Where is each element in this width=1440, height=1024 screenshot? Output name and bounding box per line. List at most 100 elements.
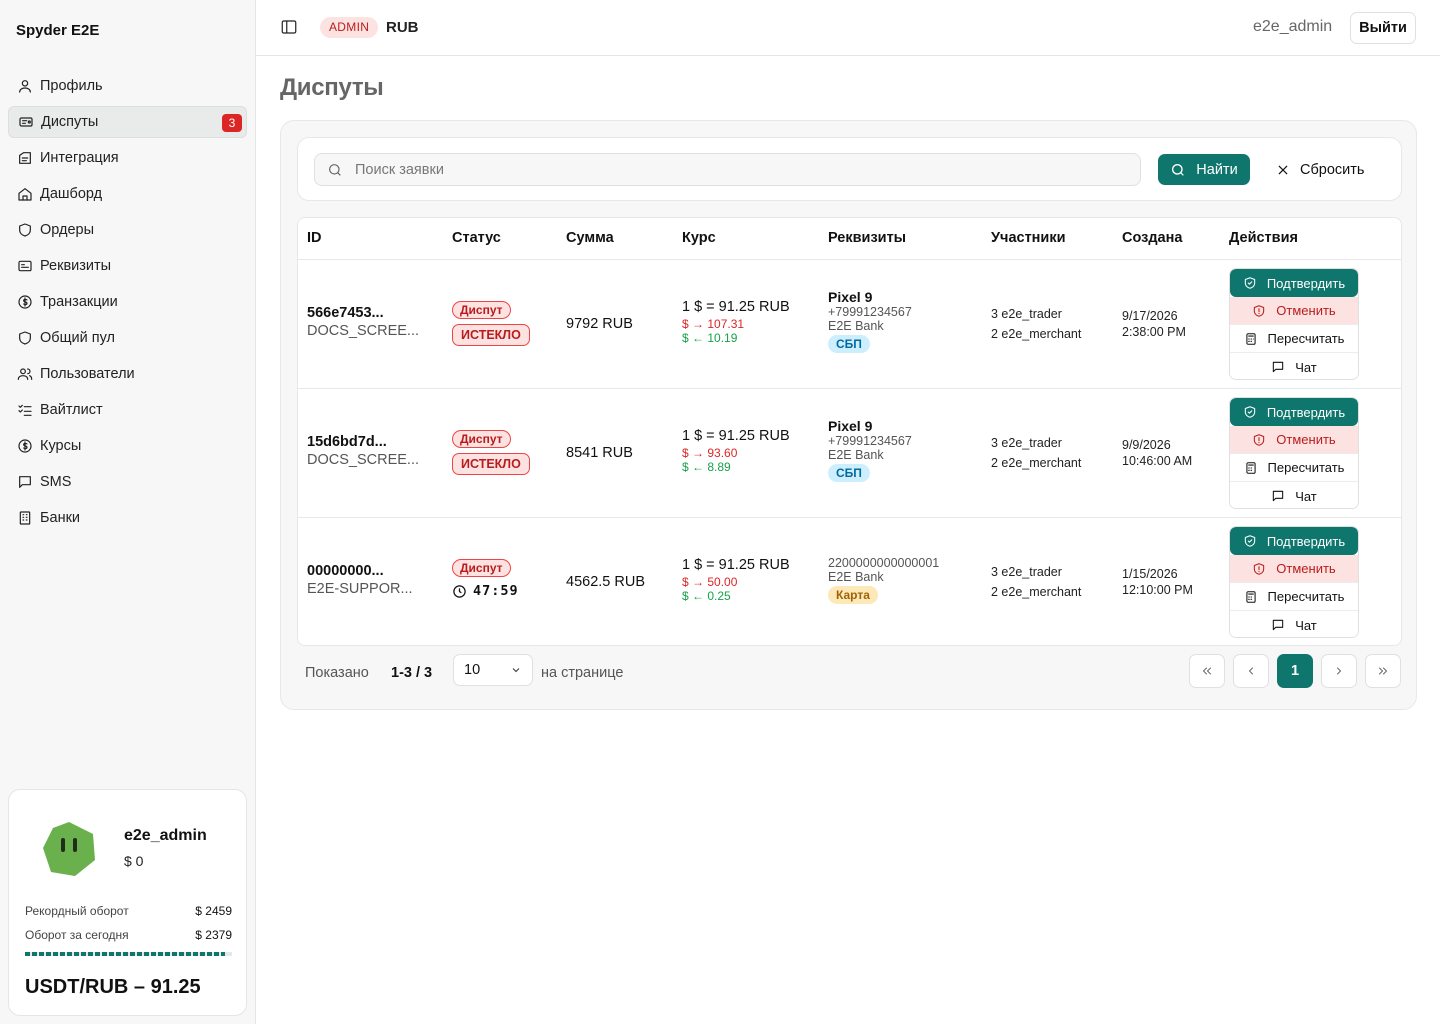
chat-button[interactable]: Чат bbox=[1230, 353, 1358, 379]
row-actions: Подтвердить Отменить Пересчитать Чат bbox=[1229, 526, 1359, 638]
row-requisites-cell: Pixel 9 +79991234567 E2E Bank СБП bbox=[828, 289, 912, 353]
recalculate-label: Пересчитать bbox=[1267, 331, 1345, 346]
confirm-button[interactable]: Подтвердить bbox=[1230, 527, 1358, 555]
chat-label: Чат bbox=[1295, 617, 1317, 633]
shown-label: Показано bbox=[305, 665, 369, 681]
rate-value: 1 $ = 91.25 RUB bbox=[682, 557, 790, 573]
created-time: 12:10:00 PM bbox=[1122, 583, 1193, 597]
requisite-name: Pixel 9 bbox=[828, 289, 873, 305]
today-turnover-label: Оборот за сегодня bbox=[25, 928, 129, 942]
sidebar-item-transactions[interactable]: Транзакции bbox=[8, 286, 247, 318]
pagination: Показано 1-3 / 3 10 на странице 1 bbox=[297, 654, 1402, 694]
sidebar-item-orders[interactable]: Ордеры bbox=[8, 214, 247, 246]
created-date: 9/9/2026 bbox=[1122, 438, 1171, 452]
row-requisites-cell: Pixel 9 +79991234567 E2E Bank СБП bbox=[828, 418, 912, 482]
row-amount: 8541 RUB bbox=[566, 445, 633, 461]
dispute-id[interactable]: 566e7453... bbox=[307, 305, 419, 321]
row-id-cell: 15d6bd7d... DOCS_SCREE... bbox=[307, 434, 419, 468]
per-page-select[interactable]: 10 bbox=[453, 654, 533, 686]
payment-method-badge: СБП bbox=[828, 464, 870, 482]
sidebar-item-disputes[interactable]: Диспуты 3 bbox=[8, 106, 247, 138]
sidebar-toggle-icon[interactable] bbox=[280, 18, 300, 38]
requisite-phone: +79991234567 bbox=[828, 434, 912, 448]
sidebar-item-sms[interactable]: SMS bbox=[8, 466, 247, 498]
cancel-button[interactable]: Отменить bbox=[1230, 555, 1358, 583]
rate-in: $ ← 10.19 bbox=[682, 331, 738, 345]
shown-range: 1-3 / 3 bbox=[391, 665, 433, 681]
record-turnover-label: Рекордный оборот bbox=[25, 904, 129, 918]
dispute-id[interactable]: 00000000... bbox=[307, 563, 413, 579]
sidebar-item-label: Пользователи bbox=[40, 366, 135, 382]
shield-icon bbox=[16, 221, 34, 239]
cancel-button[interactable]: Отменить bbox=[1230, 297, 1358, 325]
sidebar-item-requisites[interactable]: Реквизиты bbox=[8, 250, 247, 282]
logout-button[interactable]: Выйти bbox=[1350, 12, 1416, 44]
confirm-button[interactable]: Подтвердить bbox=[1230, 269, 1358, 297]
rate-value: 1 $ = 91.25 RUB bbox=[682, 428, 790, 444]
participant-trader: 3 e2e_trader bbox=[991, 565, 1062, 579]
turnover-progress-bar bbox=[25, 952, 226, 956]
participant-merchant: 2 e2e_merchant bbox=[991, 585, 1082, 599]
created-date: 1/15/2026 bbox=[1122, 567, 1178, 581]
requisite-card-number: 2200000000000001 bbox=[828, 556, 940, 570]
rate-value: 1 $ = 91.25 RUB bbox=[682, 299, 790, 315]
currency-label: RUB bbox=[386, 19, 419, 36]
search-icon bbox=[1172, 163, 1185, 176]
row-participants-cell: 3 e2e_trader 2 e2e_merchant bbox=[991, 562, 1081, 602]
chevron-left-icon bbox=[1249, 667, 1253, 675]
sidebar-item-common-pool[interactable]: Общий пул bbox=[8, 322, 247, 354]
chat-button[interactable]: Чат bbox=[1230, 611, 1358, 637]
status-badge: Диспут bbox=[452, 301, 511, 319]
page-button-current[interactable]: 1 bbox=[1277, 654, 1313, 688]
rate-out: $ → 93.60 bbox=[682, 446, 738, 460]
search-icon bbox=[329, 164, 341, 176]
dispute-id[interactable]: 15d6bd7d... bbox=[307, 434, 419, 450]
confirm-button[interactable]: Подтвердить bbox=[1230, 398, 1358, 426]
chevrons-left-icon bbox=[1203, 667, 1211, 675]
message-icon bbox=[1273, 361, 1284, 373]
find-button[interactable]: Найти bbox=[1158, 154, 1250, 185]
close-icon bbox=[1278, 165, 1288, 174]
reset-button[interactable]: Сбросить bbox=[1268, 154, 1380, 185]
table-row: 00000000... E2E-SUPPOR... Диспут 47:59 4… bbox=[298, 518, 1401, 645]
message-icon bbox=[16, 473, 34, 491]
sidebar-item-whitelist[interactable]: Вайтлист bbox=[8, 394, 247, 426]
prev-page-button[interactable] bbox=[1233, 654, 1269, 688]
shield-alert-icon bbox=[1254, 433, 1265, 446]
rate-in: $ ← 0.25 bbox=[682, 589, 731, 603]
dollar-icon bbox=[16, 437, 34, 455]
sidebar-item-profile[interactable]: Профиль bbox=[8, 70, 247, 102]
last-page-button[interactable] bbox=[1365, 654, 1401, 688]
cancel-button[interactable]: Отменить bbox=[1230, 426, 1358, 454]
role-badge: ADMIN bbox=[320, 17, 379, 38]
sidebar-item-dashboard[interactable]: Дашборд bbox=[8, 178, 247, 210]
requisite-bank: E2E Bank bbox=[828, 448, 884, 462]
search-bar: Найти Сбросить bbox=[297, 137, 1402, 201]
cancel-label: Отменить bbox=[1276, 303, 1336, 318]
per-page-value: 10 bbox=[464, 662, 481, 678]
calculator-icon bbox=[1245, 461, 1256, 474]
search-input[interactable] bbox=[355, 154, 1135, 185]
search-field bbox=[314, 153, 1141, 186]
sidebar-item-users[interactable]: Пользователи bbox=[8, 358, 247, 390]
first-page-button[interactable] bbox=[1189, 654, 1225, 688]
next-page-button[interactable] bbox=[1321, 654, 1357, 688]
sidebar-item-rates[interactable]: Курсы bbox=[8, 430, 247, 462]
dispute-count-badge: 3 bbox=[222, 114, 242, 132]
shield-check-icon bbox=[1244, 535, 1256, 547]
created-date: 9/17/2026 bbox=[1122, 309, 1178, 323]
recalculate-button[interactable]: Пересчитать bbox=[1230, 454, 1358, 482]
chat-button[interactable]: Чат bbox=[1230, 482, 1358, 508]
column-header-status: Статус bbox=[452, 230, 501, 246]
record-turnover-row: Рекордный оборот $ 2459 bbox=[25, 904, 232, 918]
row-status-cell: Диспут 47:59 bbox=[452, 559, 519, 599]
recalculate-button[interactable]: Пересчитать bbox=[1230, 325, 1358, 353]
sidebar-item-integration[interactable]: Интеграция bbox=[8, 142, 247, 174]
recalculate-button[interactable]: Пересчитать bbox=[1230, 583, 1358, 611]
table-row: 566e7453... DOCS_SCREE... Диспут ИСТЕКЛО… bbox=[298, 260, 1401, 389]
sidebar-item-banks[interactable]: Банки bbox=[8, 502, 247, 534]
chevrons-right-icon bbox=[1379, 667, 1387, 675]
page-title: Диспуты bbox=[280, 74, 384, 101]
per-page-label: на странице bbox=[541, 665, 624, 681]
row-rate-cell: 1 $ = 91.25 RUB $ → 93.60 $ ← 8.89 bbox=[682, 428, 790, 474]
